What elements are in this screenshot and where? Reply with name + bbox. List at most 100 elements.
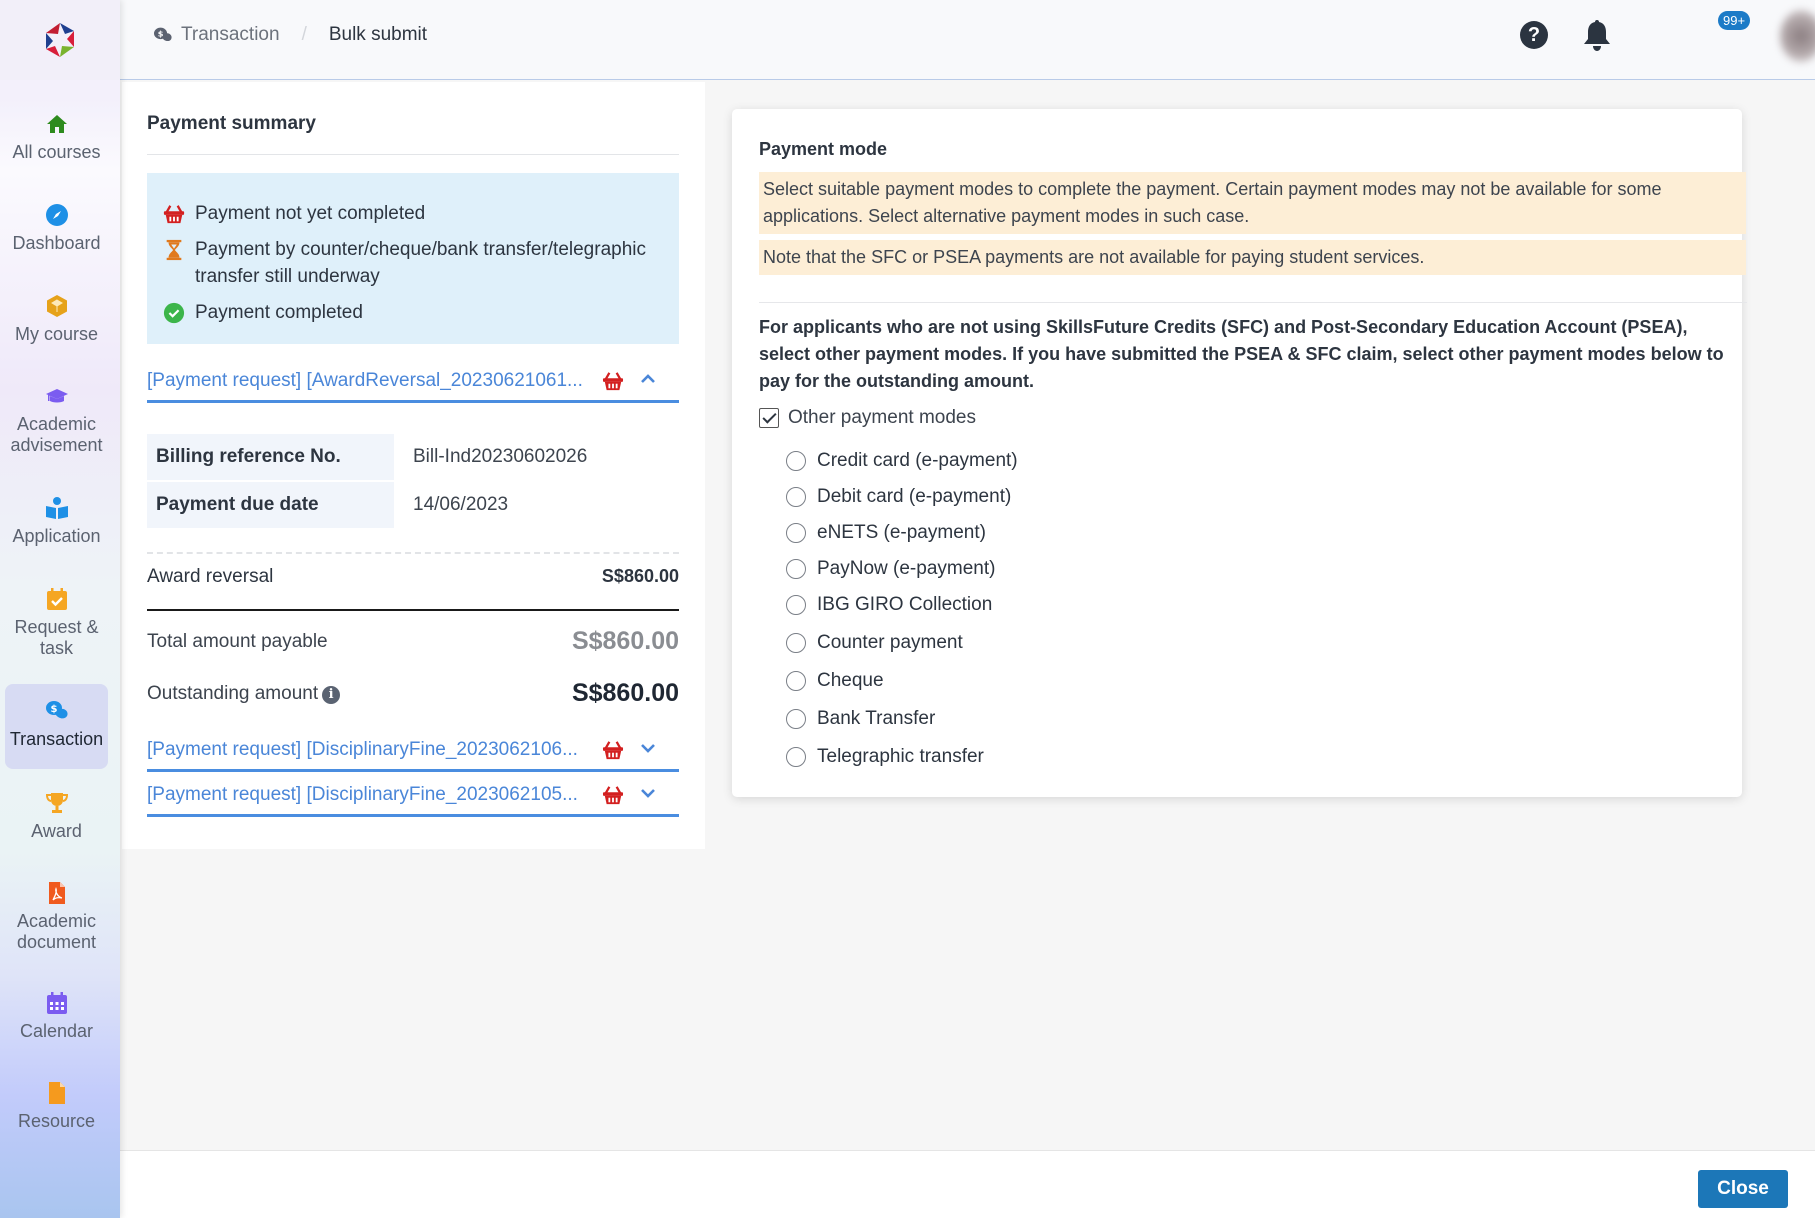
radio-counter-payment[interactable]: Counter payment <box>786 632 963 654</box>
sfc-psea-note: Note that the SFC or PSEA payments are n… <box>759 240 1746 275</box>
legend-item-completed: Payment completed <box>163 299 363 326</box>
legend-text: Payment by counter/cheque/bank transfer/… <box>195 239 646 287</box>
question-circle-icon: ? <box>1527 24 1541 46</box>
radio-label: Cheque <box>817 670 884 691</box>
sidebar-item-my-course[interactable]: My course <box>5 294 108 345</box>
line-item-amount: S$860.00 <box>601 566 679 586</box>
footer-bar: Close <box>120 1150 1815 1218</box>
radio-cheque[interactable]: Cheque <box>786 670 884 692</box>
sidebar-item-resource[interactable]: Resource <box>5 1081 108 1132</box>
sidebar-item-all-courses[interactable]: All courses <box>5 112 108 163</box>
notifications-button[interactable] <box>1582 18 1612 52</box>
sidebar-item-dashboard[interactable]: Dashboard <box>5 203 108 254</box>
home-icon <box>46 115 67 133</box>
sidebar-item-transaction[interactable]: $ Transaction <box>5 684 108 769</box>
chevron-up-icon[interactable] <box>640 371 656 387</box>
radio-bank-transfer[interactable]: Bank Transfer <box>786 708 935 730</box>
total-payable-row: Total amount payable S$860.00 <box>147 627 679 656</box>
status-legend: Payment not yet completed Payment by cou… <box>147 173 679 344</box>
total-divider <box>147 609 679 611</box>
sidebar-item-academic-advisement[interactable]: Academic advisement <box>5 384 108 456</box>
payment-summary-panel: Payment summary Payment not yet complete… <box>122 82 705 849</box>
radio-label: Credit card (e-payment) <box>817 450 1018 471</box>
chevron-down-icon[interactable] <box>640 740 656 756</box>
total-label: Total amount payable <box>147 630 328 652</box>
checkbox-checked[interactable] <box>759 408 779 428</box>
transaction-chat-icon: $ <box>45 701 68 719</box>
info-icon[interactable]: i <box>322 685 341 704</box>
divider <box>147 154 679 155</box>
check-circle-icon <box>163 302 185 324</box>
sidebar-item-application[interactable]: Application <box>5 496 108 547</box>
basket-icon <box>603 741 623 760</box>
sidebar-item-request-task[interactable]: Request & task <box>5 587 108 659</box>
sidebar-item-award[interactable]: Award <box>5 791 108 842</box>
sidebar-item-label: Resource <box>17 1111 96 1131</box>
sidebar-item-academic-document[interactable]: Academic document <box>5 881 108 953</box>
radio-button[interactable] <box>786 487 806 507</box>
payment-request-title[interactable]: [Payment request] [AwardReversal_2023062… <box>147 370 587 392</box>
sidebar-item-label: Academic document <box>16 911 97 952</box>
detail-label: Payment due date <box>147 482 394 528</box>
radio-debit-card[interactable]: Debit card (e-payment) <box>786 486 1011 508</box>
total-amount: S$860.00 <box>571 627 679 655</box>
radio-label: PayNow (e-payment) <box>817 558 996 579</box>
radio-button[interactable] <box>786 523 806 543</box>
breadcrumb-current: Bulk submit <box>328 24 428 45</box>
radio-label: IBG GIRO Collection <box>817 594 993 615</box>
radio-button[interactable] <box>786 451 806 471</box>
payment-request-header[interactable]: [Payment request] [AwardReversal_2023062… <box>147 361 679 403</box>
aperture-logo-icon <box>46 23 74 57</box>
radio-label: Telegraphic transfer <box>817 746 984 767</box>
payment-request-header[interactable]: [Payment request] [DisciplinaryFine_2023… <box>147 775 679 817</box>
legend-item-not-completed: Payment not yet completed <box>163 200 425 227</box>
logo[interactable] <box>0 0 120 80</box>
detail-label: Billing reference No. <box>147 434 394 480</box>
close-button[interactable]: Close <box>1698 1170 1788 1208</box>
svg-text:$: $ <box>158 29 164 39</box>
radio-button[interactable] <box>786 671 806 691</box>
compass-icon <box>45 204 68 226</box>
line-item-award-reversal: Award reversal S$860.00 <box>147 566 679 588</box>
transaction-chat-icon: $ <box>154 27 172 42</box>
detail-row-billing-reference: Billing reference No. Bill-Ind2023060202… <box>147 434 587 480</box>
radio-paynow[interactable]: PayNow (e-payment) <box>786 558 995 580</box>
calendar-check-icon <box>46 588 67 610</box>
sidebar-item-label: My course <box>14 324 99 344</box>
sidebar-item-label: Transaction <box>9 729 104 749</box>
detail-value: Bill-Ind20230602026 <box>413 446 588 467</box>
help-button[interactable]: ? <box>1520 21 1548 49</box>
radio-button[interactable] <box>786 633 806 653</box>
sidebar-item-calendar[interactable]: Calendar <box>5 991 108 1042</box>
sidebar-item-label: Academic advisement <box>10 414 103 455</box>
breadcrumb-transaction-link[interactable]: Transaction <box>181 24 280 46</box>
pdf-file-icon <box>48 882 65 904</box>
reader-icon <box>45 497 68 519</box>
other-payment-modes-checkbox[interactable]: Other payment modes <box>759 407 976 429</box>
legend-text: Payment completed <box>195 302 363 323</box>
payment-request-title[interactable]: [Payment request] [DisciplinaryFine_2023… <box>147 784 587 806</box>
basket-icon <box>603 786 623 805</box>
radio-button[interactable] <box>786 595 806 615</box>
graduation-cap-icon <box>45 389 68 403</box>
dashed-divider <box>147 552 679 554</box>
outstanding-row: Outstanding amount i S$860.00 <box>147 679 679 708</box>
payment-request-header[interactable]: [Payment request] [DisciplinaryFine_2023… <box>147 730 679 772</box>
radio-button[interactable] <box>786 747 806 767</box>
radio-label: Counter payment <box>817 632 963 653</box>
radio-button[interactable] <box>786 559 806 579</box>
chevron-down-icon[interactable] <box>640 785 656 801</box>
radio-ibg-giro[interactable]: IBG GIRO Collection <box>786 594 992 616</box>
payment-mode-note: Select suitable payment modes to complet… <box>759 172 1746 234</box>
user-avatar[interactable] <box>1780 10 1815 62</box>
sidebar-item-label: All courses <box>12 142 101 162</box>
sidebar-item-label: Award <box>31 821 82 841</box>
payment-request-title[interactable]: [Payment request] [DisciplinaryFine_2023… <box>147 739 587 761</box>
sidebar-item-label: Application <box>12 526 101 546</box>
radio-button[interactable] <box>786 709 806 729</box>
radio-telegraphic-transfer[interactable]: Telegraphic transfer <box>786 746 984 768</box>
radio-enets[interactable]: eNETS (e-payment) <box>786 522 986 544</box>
line-item-label: Award reversal <box>147 566 274 587</box>
divider <box>759 302 1747 303</box>
radio-credit-card[interactable]: Credit card (e-payment) <box>786 450 1018 472</box>
